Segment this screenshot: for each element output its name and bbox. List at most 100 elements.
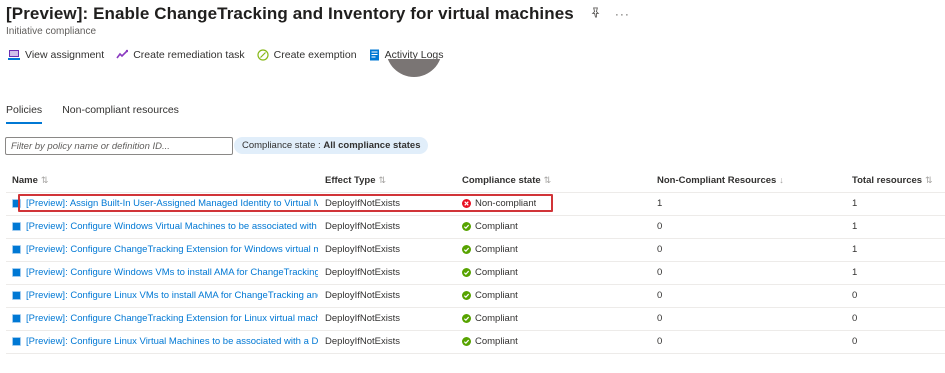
policy-icon <box>12 314 21 323</box>
table-row[interactable]: [Preview]: Configure Linux Virtual Machi… <box>6 331 945 354</box>
check-icon <box>462 222 471 231</box>
policy-name-cell: [Preview]: Configure Windows VMs to inst… <box>12 267 318 278</box>
chart-fragment <box>386 59 442 77</box>
policy-link[interactable]: [Preview]: Assign Built-In User-Assigned… <box>26 198 318 209</box>
error-icon <box>462 199 471 208</box>
compliance-state-cell: Compliant <box>462 244 518 255</box>
total-resources-cell: 0 <box>852 336 858 347</box>
view-assignment-label: View assignment <box>25 49 105 61</box>
compliance-state-filter-pill[interactable]: Compliance state : All compliance states <box>234 137 429 154</box>
compliance-state-label: Compliant <box>475 267 518 278</box>
non-compliant-count-cell: 0 <box>657 313 663 324</box>
compliance-state-label: Compliant <box>475 290 518 301</box>
total-resources-cell: 1 <box>852 198 858 209</box>
column-header-total-resources[interactable]: Total resources ⇅ <box>852 175 933 186</box>
policy-link[interactable]: [Preview]: Configure Linux Virtual Machi… <box>26 336 318 347</box>
table-row[interactable]: [Preview]: Configure Windows VMs to inst… <box>6 262 945 285</box>
policy-filter-input[interactable] <box>5 137 233 155</box>
policy-name-cell: [Preview]: Configure Linux VMs to instal… <box>12 290 318 301</box>
check-icon <box>462 337 471 346</box>
remediation-icon <box>116 49 129 59</box>
policies-table: Name ⇅ Effect Type ⇅ Compliance state ⇅ Non… <box>6 170 945 354</box>
table-row[interactable]: [Preview]: Configure Windows Virtual Mac… <box>6 216 945 239</box>
policy-link[interactable]: [Preview]: Configure Linux VMs to instal… <box>26 290 318 301</box>
policy-link[interactable]: [Preview]: Configure ChangeTracking Exte… <box>26 244 318 255</box>
policy-icon <box>12 245 21 254</box>
policy-link[interactable]: [Preview]: Configure Windows VMs to inst… <box>26 267 318 278</box>
create-exemption-label: Create exemption <box>273 49 357 61</box>
pin-icon[interactable] <box>590 7 601 21</box>
policy-name-cell: [Preview]: Configure Windows Virtual Mac… <box>12 221 318 232</box>
compliance-state-cell: Compliant <box>462 267 518 278</box>
tab-non-compliant-resources[interactable]: Non-compliant resources <box>62 104 179 124</box>
non-compliant-count-cell: 1 <box>657 198 663 209</box>
effect-type-cell: DeployIfNotExists <box>325 244 400 255</box>
column-header-compliance-state[interactable]: Compliance state ⇅ <box>462 175 551 186</box>
ellipsis-icon[interactable]: ··· <box>615 7 630 21</box>
column-header-non-compliant-resources[interactable]: Non-Compliant Resources ↓ <box>657 175 784 186</box>
create-remediation-label: Create remediation task <box>133 49 245 61</box>
exemption-icon <box>257 49 269 61</box>
check-icon <box>462 245 471 254</box>
table-body: [Preview]: Assign Built-In User-Assigned… <box>6 193 945 354</box>
effect-type-cell: DeployIfNotExists <box>325 267 400 278</box>
tab-bar: Policies Non-compliant resources <box>6 104 199 124</box>
column-header-effect-type[interactable]: Effect Type ⇅ <box>325 175 386 186</box>
table-row[interactable]: [Preview]: Configure Linux VMs to instal… <box>6 285 945 308</box>
policy-name-cell: [Preview]: Configure ChangeTracking Exte… <box>12 313 318 324</box>
policy-icon <box>12 222 21 231</box>
page-title: [Preview]: Enable ChangeTracking and Inv… <box>6 4 574 23</box>
page-header: [Preview]: Enable ChangeTracking and Inv… <box>6 4 630 37</box>
policy-icon <box>12 291 21 300</box>
non-compliant-count-cell: 0 <box>657 290 663 301</box>
policy-icon <box>12 268 21 277</box>
policy-link[interactable]: [Preview]: Configure ChangeTracking Exte… <box>26 313 318 324</box>
effect-type-cell: DeployIfNotExists <box>325 336 400 347</box>
sort-icon: ⇅ <box>378 175 387 185</box>
non-compliant-count-cell: 0 <box>657 221 663 232</box>
effect-type-cell: DeployIfNotExists <box>325 198 400 209</box>
compliance-state-cell: Compliant <box>462 313 518 324</box>
create-exemption-button[interactable]: Create exemption <box>257 49 357 61</box>
check-icon <box>462 314 471 323</box>
policy-icon <box>12 199 21 208</box>
create-remediation-task-button[interactable]: Create remediation task <box>116 49 245 61</box>
compliance-state-cell: Non-compliant <box>462 198 536 209</box>
compliance-state-label: Compliant <box>475 221 518 232</box>
policy-name-cell: [Preview]: Configure Linux Virtual Machi… <box>12 336 318 347</box>
table-row[interactable]: [Preview]: Assign Built-In User-Assigned… <box>6 193 945 216</box>
total-resources-cell: 1 <box>852 244 858 255</box>
non-compliant-count-cell: 0 <box>657 244 663 255</box>
sort-descending-icon: ↓ <box>779 175 784 185</box>
policy-name-cell: [Preview]: Assign Built-In User-Assigned… <box>12 198 318 209</box>
compliance-state-label: Compliant <box>475 336 518 347</box>
column-header-name[interactable]: Name ⇅ <box>12 175 48 186</box>
total-resources-cell: 0 <box>852 290 858 301</box>
compliance-state-label: Compliant <box>475 313 518 324</box>
compliance-state-label: Compliant <box>475 244 518 255</box>
table-row[interactable]: [Preview]: Configure ChangeTracking Exte… <box>6 308 945 331</box>
sort-icon: ⇅ <box>40 175 49 185</box>
view-assignment-icon <box>8 50 20 60</box>
check-icon <box>462 268 471 277</box>
policy-icon <box>12 337 21 346</box>
activity-log-icon <box>369 49 379 61</box>
total-resources-cell: 1 <box>852 221 858 232</box>
pill-value: All compliance states <box>323 140 421 151</box>
non-compliant-count-cell: 0 <box>657 267 663 278</box>
policy-link[interactable]: [Preview]: Configure Windows Virtual Mac… <box>26 221 318 232</box>
effect-type-cell: DeployIfNotExists <box>325 221 400 232</box>
compliance-state-cell: Compliant <box>462 221 518 232</box>
non-compliant-count-cell: 0 <box>657 336 663 347</box>
compliance-state-cell: Compliant <box>462 290 518 301</box>
view-assignment-button[interactable]: View assignment <box>8 49 104 61</box>
table-row[interactable]: [Preview]: Configure ChangeTracking Exte… <box>6 239 945 262</box>
page-subtitle: Initiative compliance <box>6 26 97 37</box>
pill-label: Compliance state : <box>242 140 324 151</box>
effect-type-cell: DeployIfNotExists <box>325 290 400 301</box>
effect-type-cell: DeployIfNotExists <box>325 313 400 324</box>
sort-icon: ⇅ <box>925 175 933 185</box>
compliance-state-label: Non-compliant <box>475 198 537 209</box>
sort-icon: ⇅ <box>543 175 552 185</box>
tab-policies[interactable]: Policies <box>6 104 43 124</box>
